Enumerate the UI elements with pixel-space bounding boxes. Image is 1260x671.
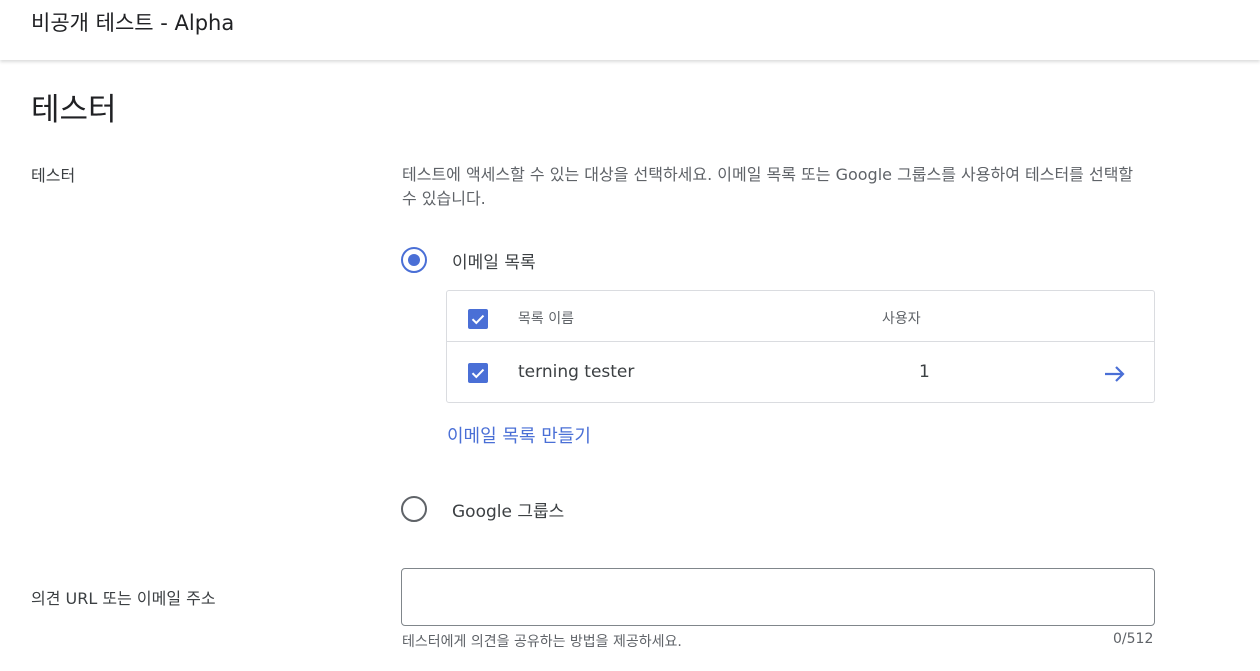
google-groups-radio[interactable] [401,496,427,522]
page-title: 비공개 테스트 - Alpha [31,11,235,35]
email-list-radio-label: 이메일 목록 [452,252,536,273]
email-list-option[interactable]: 이메일 목록 [401,247,536,273]
select-all-checkbox[interactable] [468,309,488,329]
testers-description: 테스트에 액세스할 수 있는 대상을 선택하세요. 이메일 목록 또는 Goog… [402,165,1134,208]
create-email-list-link[interactable]: 이메일 목록 만들기 [447,422,591,448]
table-header-row: 목록 이름 사용자 [447,291,1154,342]
list-name-cell: terning tester [518,362,635,382]
email-list-table: 목록 이름 사용자 terning tester 1 [446,290,1155,403]
feedback-label: 의견 URL 또는 이메일 주소 [31,589,216,608]
google-groups-option[interactable]: Google 그룹스 [401,496,564,522]
google-groups-radio-label: Google 그룹스 [452,501,565,522]
arrow-right-icon[interactable] [1103,362,1127,390]
table-row[interactable]: terning tester 1 [447,343,1154,403]
user-count-cell: 1 [919,362,930,382]
feedback-helper-text: 테스터에게 의견을 공유하는 방법을 제공하세요. [402,634,682,650]
column-header-list-name: 목록 이름 [518,311,574,327]
check-icon [471,368,485,379]
check-icon [471,314,485,325]
email-list-radio[interactable] [401,247,427,273]
column-header-users: 사용자 [882,311,921,327]
testers-label: 테스터 [31,166,76,185]
feedback-url-input[interactable] [401,568,1155,626]
character-counter: 0/512 [1113,631,1154,647]
row-checkbox[interactable] [468,363,488,383]
section-title: 테스터 [31,92,117,128]
top-bar: 비공개 테스트 - Alpha [0,0,1260,60]
